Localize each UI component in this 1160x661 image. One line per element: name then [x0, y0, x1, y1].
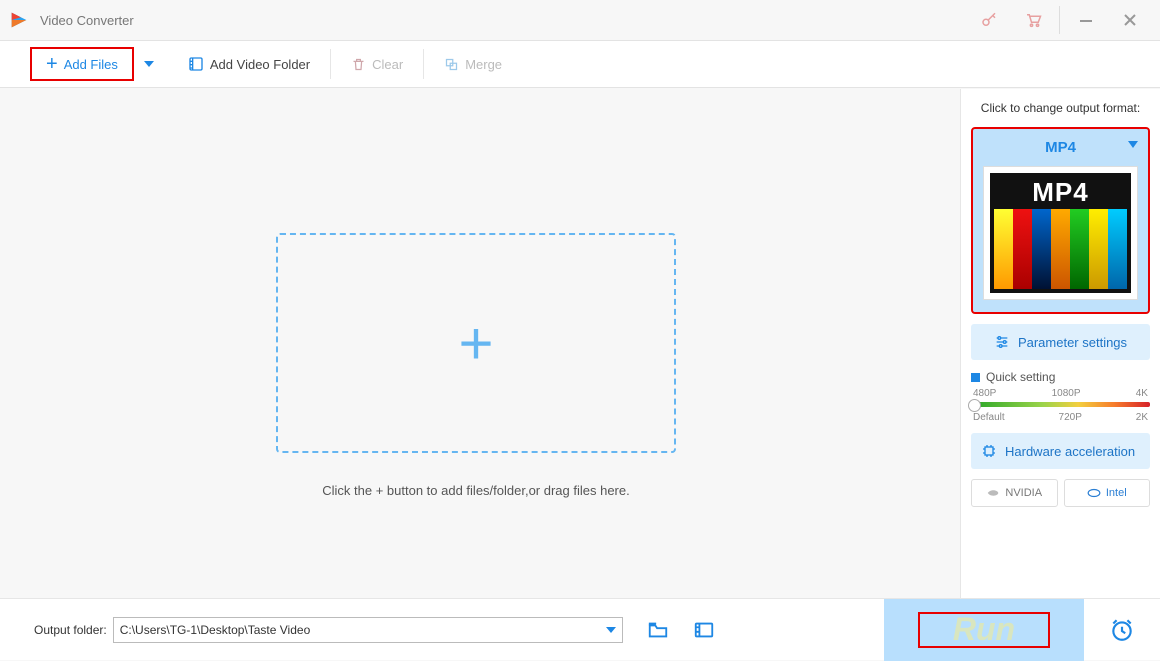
- quality-labels-bottom: Default 720P 2K: [971, 412, 1150, 423]
- add-files-dropdown[interactable]: [144, 61, 154, 67]
- output-format-header: Click to change output format:: [971, 101, 1150, 115]
- separator: [330, 49, 331, 79]
- clear-label: Clear: [372, 57, 403, 72]
- hardware-acceleration-button[interactable]: Hardware acceleration: [971, 433, 1150, 469]
- add-files-label: Add Files: [64, 57, 118, 72]
- chip-icon: [981, 443, 997, 459]
- titlebar: Video Converter: [0, 0, 1160, 40]
- toolbar: + Add Files Add Video Folder Clear Merge: [0, 40, 1160, 88]
- chevron-down-icon: [606, 627, 616, 633]
- output-format-selector[interactable]: MP4 MP4: [971, 127, 1150, 314]
- q-4k: 4K: [1136, 388, 1148, 399]
- merge-icon: [444, 57, 459, 72]
- quality-slider[interactable]: [971, 402, 1150, 407]
- app-logo-icon: [8, 9, 30, 31]
- dropzone-plus-icon: +: [458, 309, 493, 378]
- sliders-icon: [994, 334, 1010, 350]
- run-button[interactable]: Run: [884, 599, 1084, 661]
- output-format-label: MP4: [983, 139, 1138, 156]
- minimize-button[interactable]: [1064, 0, 1108, 40]
- app-title: Video Converter: [40, 13, 967, 28]
- q-720p: 720P: [1059, 412, 1082, 423]
- chevron-down-icon: [1128, 141, 1138, 148]
- merge-button[interactable]: Merge: [430, 47, 516, 81]
- quick-setting-label: Quick setting: [986, 370, 1055, 384]
- key-icon[interactable]: [967, 0, 1011, 40]
- cart-icon[interactable]: [1011, 0, 1055, 40]
- intel-chip[interactable]: Intel: [1064, 479, 1151, 507]
- close-button[interactable]: [1108, 0, 1152, 40]
- separator: [1059, 6, 1060, 34]
- folder-film-icon: [188, 56, 204, 72]
- parameter-settings-label: Parameter settings: [1018, 335, 1127, 350]
- schedule-button[interactable]: [1084, 599, 1160, 661]
- quick-setting-section: Quick setting 480P 1080P 4K Default 720P…: [971, 370, 1150, 423]
- main-area: + Click the + button to add files/folder…: [0, 89, 956, 598]
- add-files-button[interactable]: + Add Files: [30, 47, 134, 81]
- clear-button[interactable]: Clear: [337, 47, 417, 81]
- q-1080p: 1080P: [1052, 388, 1081, 399]
- dropzone-hint: Click the + button to add files/folder,o…: [276, 483, 676, 498]
- intel-label: Intel: [1106, 487, 1127, 499]
- format-thumb-text: MP4: [990, 177, 1131, 208]
- format-thumbnail: MP4: [983, 166, 1138, 300]
- output-folder-value: C:\Users\TG-1\Desktop\Taste Video: [120, 623, 311, 637]
- side-panel: Click to change output format: MP4 MP4 P…: [960, 89, 1160, 598]
- nvidia-icon: [986, 486, 1000, 500]
- q-2k: 2K: [1136, 412, 1148, 423]
- dropzone[interactable]: +: [276, 233, 676, 453]
- square-bullet-icon: [971, 373, 980, 382]
- intel-icon: [1087, 486, 1101, 500]
- bottom-bar: Output folder: C:\Users\TG-1\Desktop\Tas…: [0, 598, 1160, 660]
- parameter-settings-button[interactable]: Parameter settings: [971, 324, 1150, 360]
- trash-icon: [351, 57, 366, 72]
- output-folder-label: Output folder:: [34, 623, 107, 637]
- nvidia-label: NVIDIA: [1005, 487, 1042, 499]
- open-folder-button[interactable]: [647, 619, 669, 641]
- clock-icon: [1109, 617, 1135, 643]
- separator: [423, 49, 424, 79]
- q-default: Default: [973, 412, 1005, 423]
- output-folder-field[interactable]: C:\Users\TG-1\Desktop\Taste Video: [113, 617, 623, 643]
- merge-label: Merge: [465, 57, 502, 72]
- open-video-folder-button[interactable]: [693, 619, 715, 641]
- gpu-chips: NVIDIA Intel: [971, 479, 1150, 507]
- q-480p: 480P: [973, 388, 996, 399]
- annotation-box: [918, 612, 1050, 648]
- nvidia-chip[interactable]: NVIDIA: [971, 479, 1058, 507]
- quality-labels-top: 480P 1080P 4K: [971, 388, 1150, 399]
- hardware-acceleration-label: Hardware acceleration: [1005, 444, 1135, 459]
- plus-icon: +: [46, 54, 58, 74]
- add-folder-label: Add Video Folder: [210, 57, 310, 72]
- add-video-folder-button[interactable]: Add Video Folder: [174, 47, 324, 81]
